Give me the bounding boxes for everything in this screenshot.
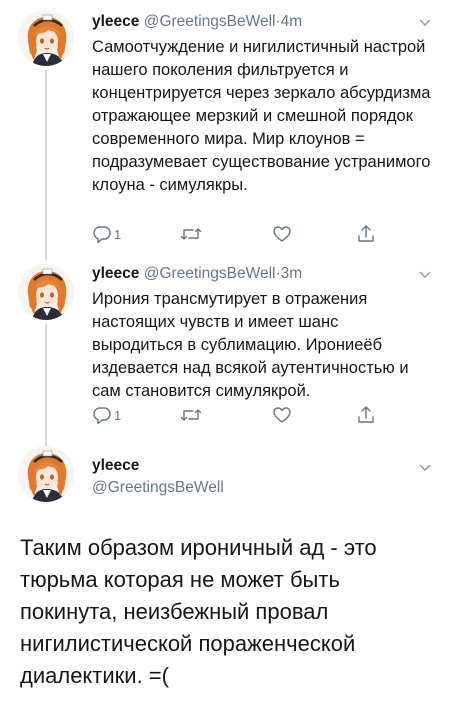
chevron-down-icon[interactable] — [418, 460, 432, 474]
timestamp[interactable]: 4m — [281, 13, 303, 30]
timestamp[interactable]: 3m — [281, 265, 303, 282]
reply-icon — [92, 405, 112, 425]
author-name[interactable]: yleece — [92, 13, 139, 30]
like-icon — [272, 224, 292, 244]
chevron-down-icon[interactable] — [418, 267, 432, 281]
share-button[interactable] — [356, 403, 376, 427]
share-button[interactable] — [356, 222, 376, 246]
avatar[interactable] — [18, 264, 74, 320]
action-bar: 1 — [92, 403, 392, 427]
author-name[interactable]: yleece — [92, 265, 139, 282]
focused-tweet-text: Таким образом ироничный ад - это тюрьма … — [20, 535, 377, 688]
thread-line — [45, 70, 47, 260]
reply-count: 1 — [114, 226, 122, 242]
retweet-button[interactable] — [180, 222, 202, 246]
share-icon — [356, 405, 376, 425]
thread-line — [45, 324, 47, 446]
reply-icon — [92, 224, 112, 244]
reply-button[interactable]: 1 — [92, 403, 121, 427]
tweet-text: Самоотчуждение и нигилистичный настрой н… — [92, 38, 431, 194]
like-button[interactable] — [272, 403, 292, 427]
author-handle[interactable]: @GreetingsBeWell — [144, 13, 276, 30]
retweet-button[interactable] — [180, 403, 202, 427]
reply-count: 1 — [114, 407, 122, 423]
tweet-text: Ирония трансмутирует в отражения настоящ… — [92, 290, 409, 400]
author-handle[interactable]: @GreetingsBeWell — [92, 478, 224, 498]
action-bar: 1 — [92, 222, 392, 246]
retweet-icon — [180, 405, 202, 425]
author-handle[interactable]: @GreetingsBeWell — [144, 265, 276, 282]
like-icon — [272, 405, 292, 425]
avatar[interactable] — [18, 10, 74, 66]
reply-button[interactable]: 1 — [92, 222, 121, 246]
tweet-2[interactable]: yleece @GreetingsBeWell·3m Ирония трансм… — [0, 258, 452, 446]
tweet-1[interactable]: yleece @GreetingsBeWell·4m Самоотчуждени… — [0, 0, 452, 260]
avatar[interactable] — [18, 446, 74, 502]
retweet-icon — [180, 224, 202, 244]
like-button[interactable] — [272, 222, 292, 246]
share-icon — [356, 224, 376, 244]
chevron-down-icon[interactable] — [418, 15, 432, 29]
author-name[interactable]: yleece — [92, 457, 139, 474]
